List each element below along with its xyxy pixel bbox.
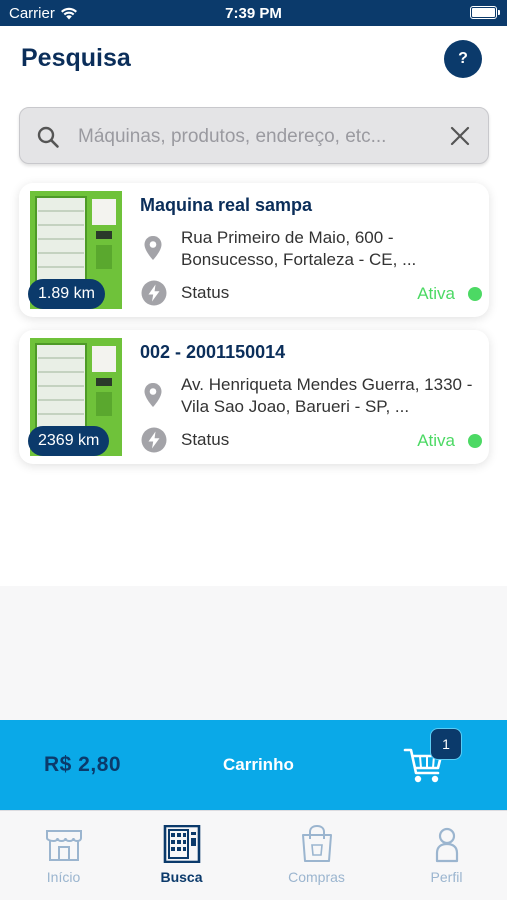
lightning-icon	[141, 427, 167, 453]
machine-card[interactable]: 2369 km 002 - 2001150014 Av. Henriqueta …	[19, 330, 489, 464]
vending-machine-icon	[163, 825, 200, 863]
clock: 7:39 PM	[225, 5, 282, 22]
location-pin-icon	[144, 236, 162, 260]
search-bar	[19, 107, 489, 165]
status-indicator-dot	[468, 434, 482, 448]
page-title: Pesquisa	[21, 44, 131, 72]
store-icon	[45, 830, 82, 861]
status-indicator-dot	[468, 287, 482, 301]
machine-address: Av. Henriqueta Mendes Guerra, 1330 - Vil…	[181, 375, 473, 416]
help-button[interactable]: ?	[444, 40, 482, 78]
cart-button-label[interactable]: Carrinho	[223, 755, 294, 775]
status-label: Status	[181, 430, 230, 449]
cart-bar[interactable]: R$ 2,80 Carrinho 1	[0, 720, 507, 810]
status-label: Status	[181, 283, 230, 302]
battery-icon	[470, 6, 500, 19]
person-icon	[435, 827, 458, 863]
tab-label: Busca	[160, 869, 203, 885]
clear-search-icon[interactable]	[450, 126, 470, 146]
tab-perfil[interactable]: Perfil	[383, 811, 507, 900]
tab-compras[interactable]: Compras	[253, 811, 380, 900]
tab-inicio[interactable]: Início	[0, 811, 127, 900]
machine-name: Maquina real sampa	[140, 195, 313, 215]
status-bar: Carrier 7:39 PM	[0, 0, 507, 26]
tab-bar: Início Busca Compras Perfil	[0, 810, 507, 900]
search-input[interactable]	[78, 108, 438, 165]
lightning-icon	[141, 280, 167, 306]
tab-label: Início	[46, 869, 81, 885]
search-icon	[37, 126, 59, 148]
search-screen: Pesquisa ? 1.89 km Maquina real sampa	[0, 26, 507, 586]
machine-address: Rua Primeiro de Maio, 600 - Bonsucesso, …	[181, 228, 417, 269]
status-value: Ativa	[417, 284, 455, 303]
machine-card[interactable]: 1.89 km Maquina real sampa Rua Primeiro …	[19, 183, 489, 317]
shopping-bag-icon	[301, 825, 332, 862]
tab-busca[interactable]: Busca	[118, 811, 245, 900]
machine-name: 002 - 2001150014	[140, 342, 286, 362]
location-pin-icon	[144, 383, 162, 407]
distance-badge: 1.89 km	[28, 279, 105, 309]
distance-badge: 2369 km	[28, 426, 110, 456]
status-value: Ativa	[417, 431, 455, 450]
tab-label: Compras	[288, 869, 345, 885]
cart-total: R$ 2,80	[44, 753, 122, 776]
cart-count-badge: 1	[430, 728, 462, 760]
tab-label: Perfil	[430, 869, 463, 885]
